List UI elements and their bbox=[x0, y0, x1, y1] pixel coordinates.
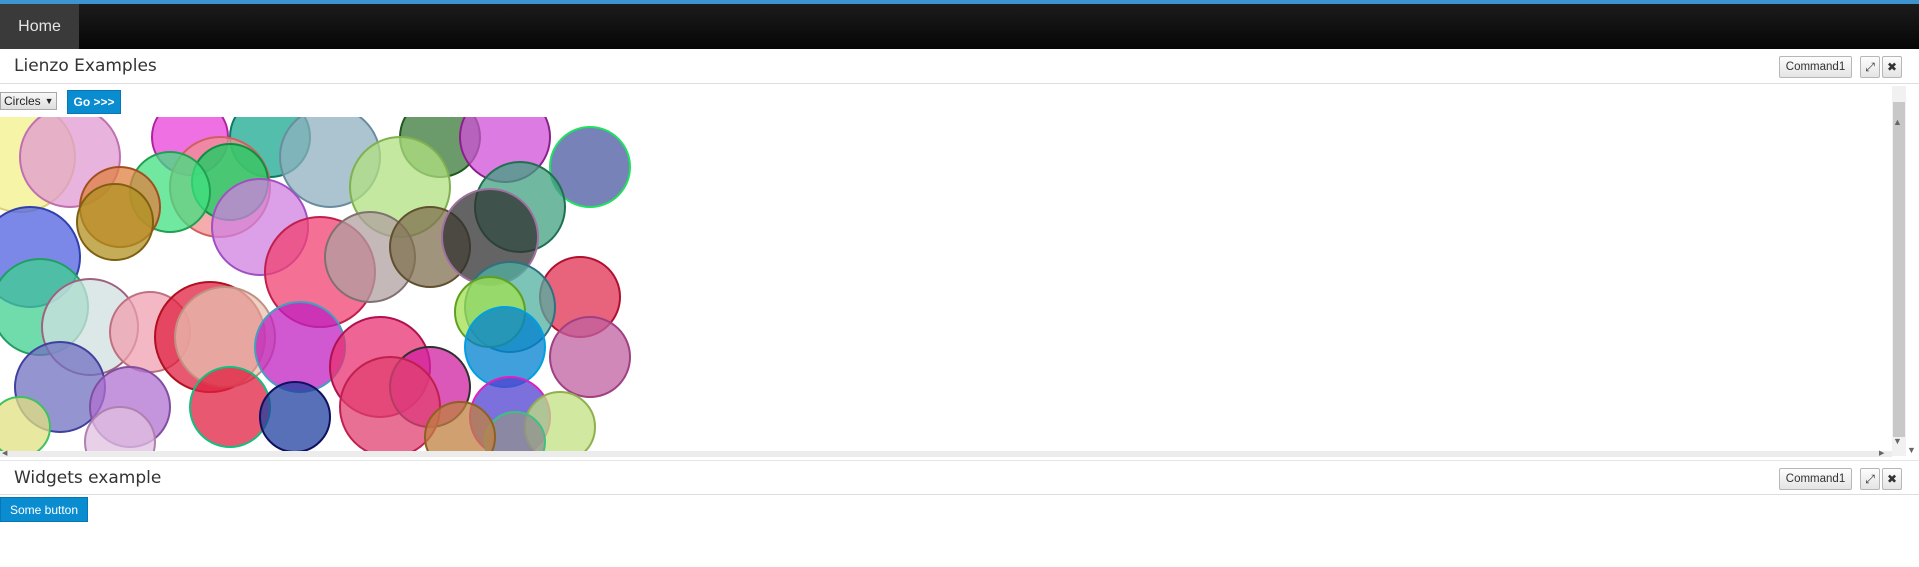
widgets-command1-button[interactable]: Command1 bbox=[1779, 468, 1852, 490]
scroll-right-arrow-icon[interactable]: ▶ bbox=[1879, 449, 1884, 457]
lienzo-canvas[interactable] bbox=[0, 117, 632, 451]
canvas-circle bbox=[189, 366, 271, 448]
lienzo-panel-title: Lienzo Examples bbox=[14, 56, 157, 76]
canvas-circle bbox=[549, 316, 631, 398]
vertical-scrollbar-thumb[interactable] bbox=[1893, 102, 1905, 437]
canvas-circle bbox=[464, 306, 546, 388]
vertical-scrollbar[interactable] bbox=[1892, 86, 1906, 456]
circles-canvas-svg bbox=[0, 117, 631, 451]
lienzo-panel-header: Lienzo Examples Command1 ⤢ ✖ bbox=[0, 49, 1919, 84]
some-button[interactable]: Some button bbox=[0, 497, 88, 522]
canvas-circle bbox=[259, 381, 331, 451]
canvas-circle bbox=[76, 183, 154, 261]
scroll-left-arrow-icon[interactable]: ◀ bbox=[2, 449, 7, 457]
lienzo-command1-button[interactable]: Command1 bbox=[1779, 56, 1852, 78]
widgets-panel-header: Widgets example Command1 ⤢ ✖ bbox=[0, 460, 1919, 495]
outer-scroll-down-arrow-icon[interactable]: ▼ bbox=[1907, 445, 1916, 455]
scroll-down-arrow-icon[interactable]: ▼ bbox=[1893, 436, 1902, 446]
widgets-close-icon[interactable]: ✖ bbox=[1882, 468, 1902, 490]
shape-type-select-value: Circles bbox=[4, 94, 41, 108]
go-button[interactable]: Go >>> bbox=[67, 90, 121, 114]
lienzo-close-icon[interactable]: ✖ bbox=[1882, 56, 1902, 78]
horizontal-scrollbar[interactable] bbox=[0, 451, 1892, 457]
top-navbar: Home bbox=[0, 4, 1919, 49]
scroll-up-arrow-icon[interactable]: ▲ bbox=[1893, 117, 1902, 127]
lienzo-maximize-icon[interactable]: ⤢ bbox=[1860, 56, 1880, 78]
widgets-panel-title: Widgets example bbox=[14, 468, 162, 488]
nav-home-link[interactable]: Home bbox=[0, 4, 79, 49]
chevron-down-icon: ▼ bbox=[44, 96, 54, 106]
shape-type-select[interactable]: Circles ▼ bbox=[0, 92, 57, 110]
widgets-maximize-icon[interactable]: ⤢ bbox=[1860, 468, 1880, 490]
